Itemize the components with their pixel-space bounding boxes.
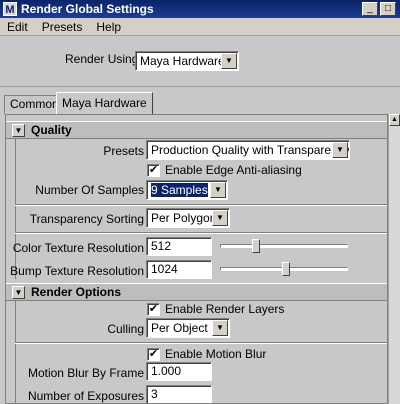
chevron-down-icon: ▼ — [212, 210, 228, 226]
title-bar: M Render Global Settings _ □ — [0, 0, 400, 18]
number-of-exposures-field[interactable]: 3 — [146, 385, 212, 403]
render-options-section-header[interactable]: ▼ Render Options — [6, 283, 387, 301]
divider — [15, 342, 387, 344]
motion-blur-by-frame-label: Motion Blur By Frame — [27, 366, 144, 380]
check-icon: ✔ — [148, 164, 159, 176]
number-of-samples-value: 9 Samples — [151, 183, 208, 197]
render-options-section-title: Render Options — [31, 285, 122, 299]
maximize-button[interactable]: □ — [380, 2, 396, 16]
number-of-samples-label: Number Of Samples — [35, 183, 144, 197]
bump-texture-resolution-field[interactable]: 1024 — [146, 260, 212, 279]
motion-blur-by-frame-field[interactable]: 1.000 — [146, 362, 212, 381]
maya-app-icon: M — [3, 2, 17, 16]
color-texture-resolution-field[interactable]: 512 — [146, 237, 212, 256]
quality-section-title: Quality — [31, 123, 72, 137]
motion-blur-checkbox[interactable]: ✔ — [147, 348, 160, 361]
vertical-scrollbar[interactable]: ▲ — [388, 114, 400, 404]
transparency-sorting-dropdown[interactable]: Per Polygon ▼ — [146, 208, 230, 228]
check-icon: ✔ — [148, 348, 159, 360]
edge-antialiasing-checkbox[interactable]: ✔ — [147, 164, 160, 177]
menu-presets[interactable]: Presets — [35, 20, 90, 34]
number-of-exposures-label: Number of Exposures — [27, 389, 144, 403]
culling-label: Culling — [107, 322, 144, 336]
section-indent-line — [15, 301, 16, 403]
culling-dropdown[interactable]: Per Object ▼ — [146, 318, 230, 338]
chevron-down-icon: ▼ — [332, 142, 348, 158]
collapse-triangle-icon[interactable]: ▼ — [12, 124, 25, 137]
culling-value: Per Object — [151, 321, 208, 335]
chevron-down-icon: ▼ — [210, 182, 226, 198]
render-layers-checkbox[interactable]: ✔ — [147, 303, 160, 316]
tab-bar: Common Maya Hardware — [0, 92, 400, 114]
motion-blur-label: Enable Motion Blur — [165, 347, 267, 361]
chevron-down-icon: ▼ — [221, 53, 237, 69]
render-using-label: Render Using — [65, 52, 139, 66]
color-texture-resolution-label: Color Texture Resolution — [12, 241, 144, 255]
number-of-samples-dropdown[interactable]: 9 Samples ▼ — [146, 180, 228, 200]
transparency-sorting-label: Transparency Sorting — [29, 212, 144, 226]
menu-edit[interactable]: Edit — [0, 20, 35, 34]
settings-panel: ▼ Quality Presets Production Quality wit… — [5, 114, 388, 404]
presets-label: Presets — [103, 144, 144, 158]
chevron-down-icon: ▼ — [212, 320, 228, 336]
scroll-up-arrow-icon[interactable]: ▲ — [389, 114, 400, 126]
presets-dropdown[interactable]: Production Quality with Transparency ▼ — [146, 140, 350, 160]
render-using-row: Render Using Maya Hardware ▼ — [0, 37, 400, 87]
render-using-dropdown[interactable]: Maya Hardware ▼ — [135, 51, 239, 71]
edge-antialiasing-label: Enable Edge Anti-aliasing — [165, 163, 302, 177]
bump-texture-resolution-label: Bump Texture Resolution — [10, 264, 144, 278]
color-texture-resolution-slider-track[interactable] — [220, 244, 348, 248]
divider — [15, 232, 387, 234]
window-title: Render Global Settings — [21, 2, 154, 16]
render-layers-label: Enable Render Layers — [165, 302, 285, 316]
minimize-button[interactable]: _ — [362, 2, 378, 16]
divider — [15, 204, 387, 206]
bump-texture-resolution-slider-thumb[interactable] — [282, 262, 291, 276]
menu-help[interactable]: Help — [89, 20, 128, 34]
color-texture-resolution-slider-thumb[interactable] — [252, 239, 261, 253]
menu-bar: Edit Presets Help — [0, 18, 400, 36]
render-using-value: Maya Hardware — [140, 54, 225, 68]
check-icon: ✔ — [148, 303, 159, 315]
transparency-sorting-value: Per Polygon — [151, 211, 217, 225]
section-indent-line — [15, 139, 16, 279]
presets-value: Production Quality with Transparency — [151, 143, 350, 157]
quality-section-header[interactable]: ▼ Quality — [6, 121, 387, 139]
collapse-triangle-icon[interactable]: ▼ — [12, 286, 25, 299]
tab-maya-hardware[interactable]: Maya Hardware — [56, 92, 153, 114]
